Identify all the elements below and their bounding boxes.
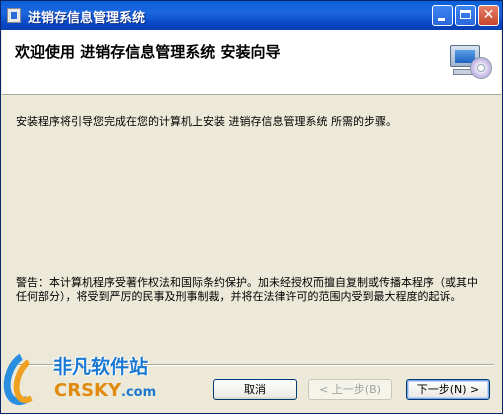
copyright-warning: 警告：本计算机程序受著作权法和国际条约保护。加未经授权而擅自复制或传播本程序（或… xyxy=(16,276,478,303)
window-title: 进销存信息管理系统 xyxy=(28,11,146,26)
app-icon xyxy=(7,8,21,23)
computer-cd-icon xyxy=(450,43,492,83)
watermark-en-text: CRSKY.com xyxy=(54,380,156,401)
next-button[interactable]: 下一步(N) > xyxy=(406,379,490,400)
close-icon: ✕ xyxy=(482,7,495,23)
wizard-header: 欢迎使用 进销存信息管理系统 安装向导 xyxy=(2,30,501,95)
cd-icon xyxy=(470,57,492,79)
maximize-icon xyxy=(460,10,471,19)
close-button[interactable]: ✕ xyxy=(478,5,499,26)
watermark-cn-text: 非凡软件站 xyxy=(53,356,149,378)
maximize-button[interactable] xyxy=(455,5,476,26)
back-button[interactable]: < 上一步(B) xyxy=(308,379,392,400)
cancel-button[interactable]: 取消 xyxy=(213,379,297,400)
crsky-logo-icon xyxy=(0,345,53,411)
page-title: 欢迎使用 进销存信息管理系统 安装向导 xyxy=(15,43,281,61)
watermark-brand: CRSKY xyxy=(54,380,122,401)
intro-text: 安装程序将引导您完成在您的计算机上安装 进销存信息管理系统 所需的步骤。 xyxy=(16,115,397,128)
title-bar[interactable]: 进销存信息管理系统 ✕ xyxy=(1,1,502,30)
minimize-icon xyxy=(438,18,445,21)
minimize-button[interactable] xyxy=(432,5,453,26)
installer-window: 进销存信息管理系统 ✕ 欢迎使用 进销存信息管理系统 安装向导 安装程序将引导您… xyxy=(0,0,503,414)
crsky-watermark: 非凡软件站 CRSKY.com xyxy=(0,345,171,415)
watermark-domain: .com xyxy=(121,385,157,400)
